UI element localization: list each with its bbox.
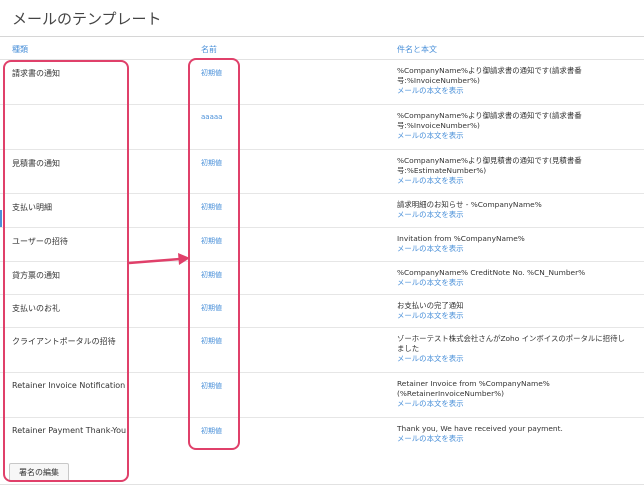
annotation-arrow-icon xyxy=(128,253,190,265)
arrow-head xyxy=(178,253,190,265)
arrow-shaft xyxy=(128,257,181,265)
